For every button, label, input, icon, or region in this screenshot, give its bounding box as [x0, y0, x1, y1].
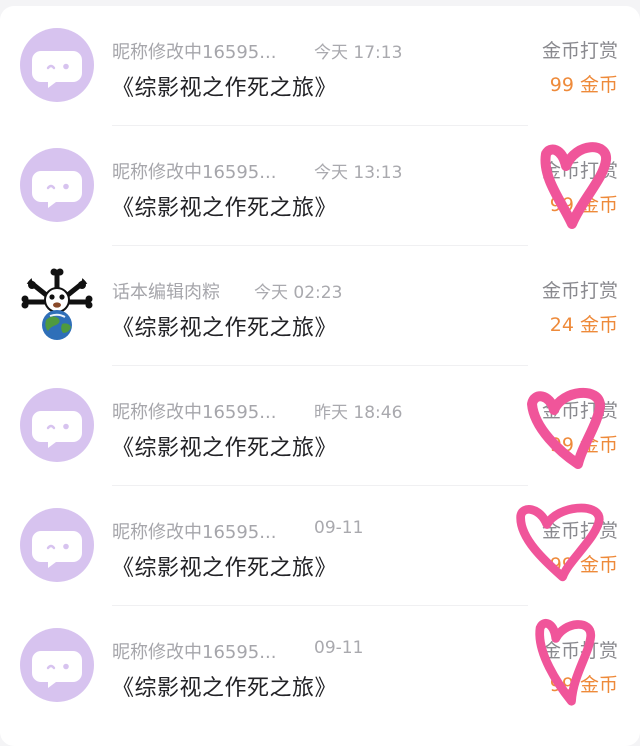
- reward-type: 金币打赏: [541, 520, 618, 542]
- book-title: 《综影视之作死之旅》: [112, 196, 338, 221]
- avatar[interactable]: [20, 628, 94, 702]
- reward-amount: 99 金币: [549, 194, 618, 216]
- sender-name: 昵称修改中16595...: [112, 402, 277, 423]
- sender-name: 昵称修改中16595...: [112, 522, 277, 543]
- list-item[interactable]: 昵称修改中16595... 今天 17:13 《综影视之作死之旅》 金币打赏 9…: [0, 6, 640, 126]
- book-title: 《综影视之作死之旅》: [112, 556, 338, 581]
- book-title: 《综影视之作死之旅》: [112, 676, 338, 701]
- timestamp: 今天 02:23: [254, 283, 343, 303]
- timestamp: 今天 13:13: [314, 163, 403, 183]
- sender-name: 昵称修改中16595...: [112, 642, 277, 663]
- list-item[interactable]: 昵称修改中16595... 09-11 《综影视之作死之旅》 金币打赏 99 金…: [0, 486, 640, 606]
- avatar[interactable]: [20, 508, 94, 582]
- avatar[interactable]: [20, 28, 94, 102]
- reward-amount: 99 金币: [549, 674, 618, 696]
- avatar[interactable]: [20, 388, 94, 462]
- reward-type: 金币打赏: [541, 280, 618, 302]
- avatar[interactable]: [20, 148, 94, 222]
- reward-amount: 24 金币: [549, 314, 618, 336]
- reward-type: 金币打赏: [541, 40, 618, 62]
- sender-name: 昵称修改中16595...: [112, 162, 277, 183]
- reward-type: 金币打赏: [541, 160, 618, 182]
- chat-bubble-icon: [32, 531, 82, 568]
- list-item[interactable]: 昵称修改中16595... 今天 13:13 《综影视之作死之旅》 金币打赏 9…: [0, 126, 640, 246]
- reward-amount: 99 金币: [549, 434, 618, 456]
- book-title: 《综影视之作死之旅》: [112, 316, 338, 341]
- chat-bubble-icon: [32, 171, 82, 208]
- reward-list: 昵称修改中16595... 今天 17:13 《综影视之作死之旅》 金币打赏 9…: [0, 6, 640, 746]
- timestamp: 09-11: [314, 638, 364, 658]
- list-item[interactable]: 话本编辑肉粽 今天 02:23 《综影视之作死之旅》 金币打赏 24 金币: [0, 246, 640, 366]
- sender-name: 昵称修改中16595...: [112, 42, 277, 63]
- timestamp: 昨天 18:46: [314, 403, 403, 423]
- timestamp: 今天 17:13: [314, 43, 403, 63]
- reward-amount: 99 金币: [549, 74, 618, 96]
- earth-cartoon-avatar: [21, 268, 93, 340]
- sender-name: 话本编辑肉粽: [112, 282, 220, 303]
- book-title: 《综影视之作死之旅》: [112, 76, 338, 101]
- reward-amount: 99 金币: [549, 554, 618, 576]
- avatar[interactable]: [20, 268, 94, 342]
- chat-bubble-icon: [32, 51, 82, 88]
- reward-type: 金币打赏: [541, 640, 618, 662]
- book-title: 《综影视之作死之旅》: [112, 436, 338, 461]
- timestamp: 09-11: [314, 518, 364, 538]
- list-item[interactable]: 昵称修改中16595... 昨天 18:46 《综影视之作死之旅》 金币打赏 9…: [0, 366, 640, 486]
- chat-bubble-icon: [32, 411, 82, 448]
- list-item[interactable]: 昵称修改中16595... 09-11 《综影视之作死之旅》 金币打赏 99 金…: [0, 606, 640, 726]
- chat-bubble-icon: [32, 651, 82, 688]
- reward-type: 金币打赏: [541, 400, 618, 422]
